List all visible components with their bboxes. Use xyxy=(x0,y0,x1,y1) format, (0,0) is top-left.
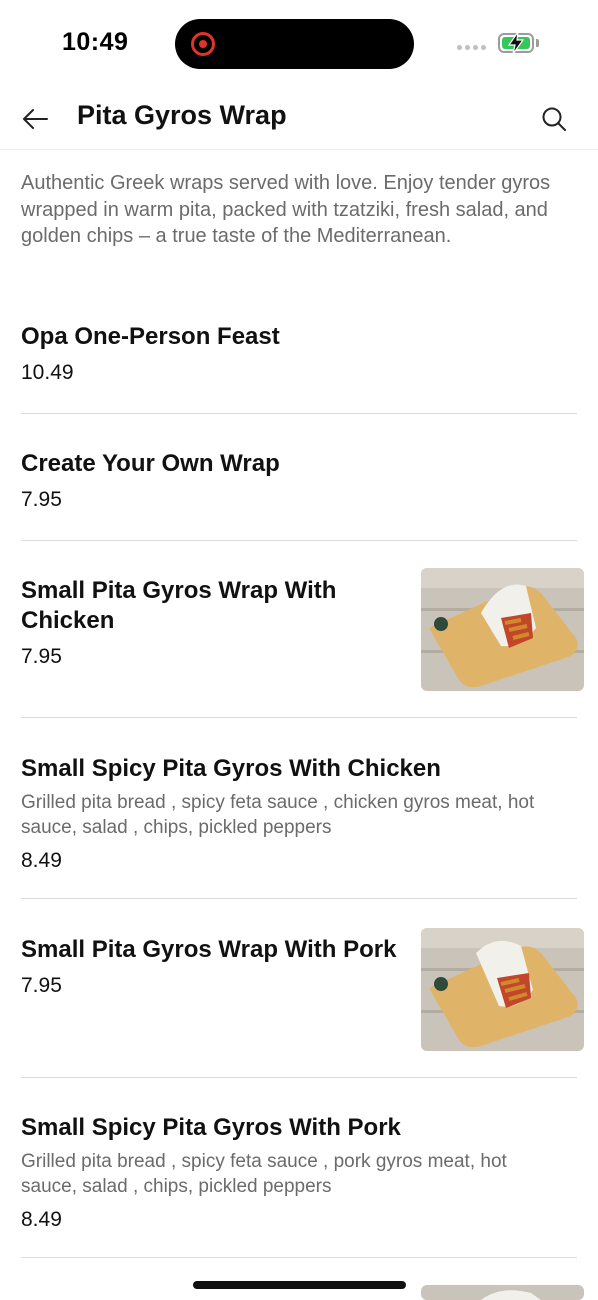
item-price: 10.49 xyxy=(21,361,74,384)
item-photo[interactable] xyxy=(421,928,584,1051)
app-header: Pita Gyros Wrap xyxy=(0,88,598,150)
dynamic-island xyxy=(175,19,414,69)
menu-item[interactable]: Small Spicy Pita Gyros With Chicken Gril… xyxy=(21,754,577,899)
item-name: Small Pita Gyros Wrap With Chicken xyxy=(21,577,337,634)
page-title: Pita Gyros Wrap xyxy=(77,100,287,130)
item-price: 7.95 xyxy=(21,645,62,668)
search-button[interactable] xyxy=(537,102,571,136)
arrow-left-icon xyxy=(23,109,48,129)
menu-item[interactable]: Small Pita Gyros Wrap With Chicken 7.95 xyxy=(21,568,584,718)
status-bar: 10:49 xyxy=(0,0,598,88)
item-name: Opa One-Person Feast xyxy=(21,323,280,350)
item-name: Small Spicy Pita Gyros With Chicken xyxy=(21,755,441,782)
item-price: 7.95 xyxy=(21,488,62,511)
home-indicator[interactable] xyxy=(193,1281,406,1289)
back-button[interactable] xyxy=(18,102,52,136)
recording-icon xyxy=(191,32,215,56)
item-description: Grilled pita bread , spicy feta sauce , … xyxy=(21,792,535,838)
item-price: 7.95 xyxy=(21,974,62,997)
category-description: Authentic Greek wraps served with love. … xyxy=(21,172,551,247)
item-photo[interactable] xyxy=(421,1285,584,1300)
item-name: Small Spicy Pita Gyros With Pork xyxy=(21,1114,401,1141)
status-time: 10:49 xyxy=(62,28,129,56)
item-name: Create Your Own Wrap xyxy=(21,450,280,477)
menu-item[interactable]: Create Your Own Wrap 7.95 xyxy=(21,449,577,541)
search-icon xyxy=(542,107,566,131)
item-description: Grilled pita bread , spicy feta sauce , … xyxy=(21,1151,507,1197)
item-price: 8.49 xyxy=(21,1208,62,1231)
menu-item[interactable]: Small Spicy Pita Gyros With Pork Grilled… xyxy=(21,1113,577,1258)
charging-bolt-icon xyxy=(507,31,525,55)
item-price: 8.49 xyxy=(21,849,62,872)
menu-item[interactable]: Opa One-Person Feast 10.49 xyxy=(21,322,577,414)
item-name: Small Pita Gyros Wrap With Pork xyxy=(21,936,397,963)
menu-item[interactable]: Small Pita Gyros Wrap With Pork 7.95 xyxy=(21,928,584,1078)
item-photo[interactable] xyxy=(421,568,584,691)
signal-icon xyxy=(457,45,486,50)
